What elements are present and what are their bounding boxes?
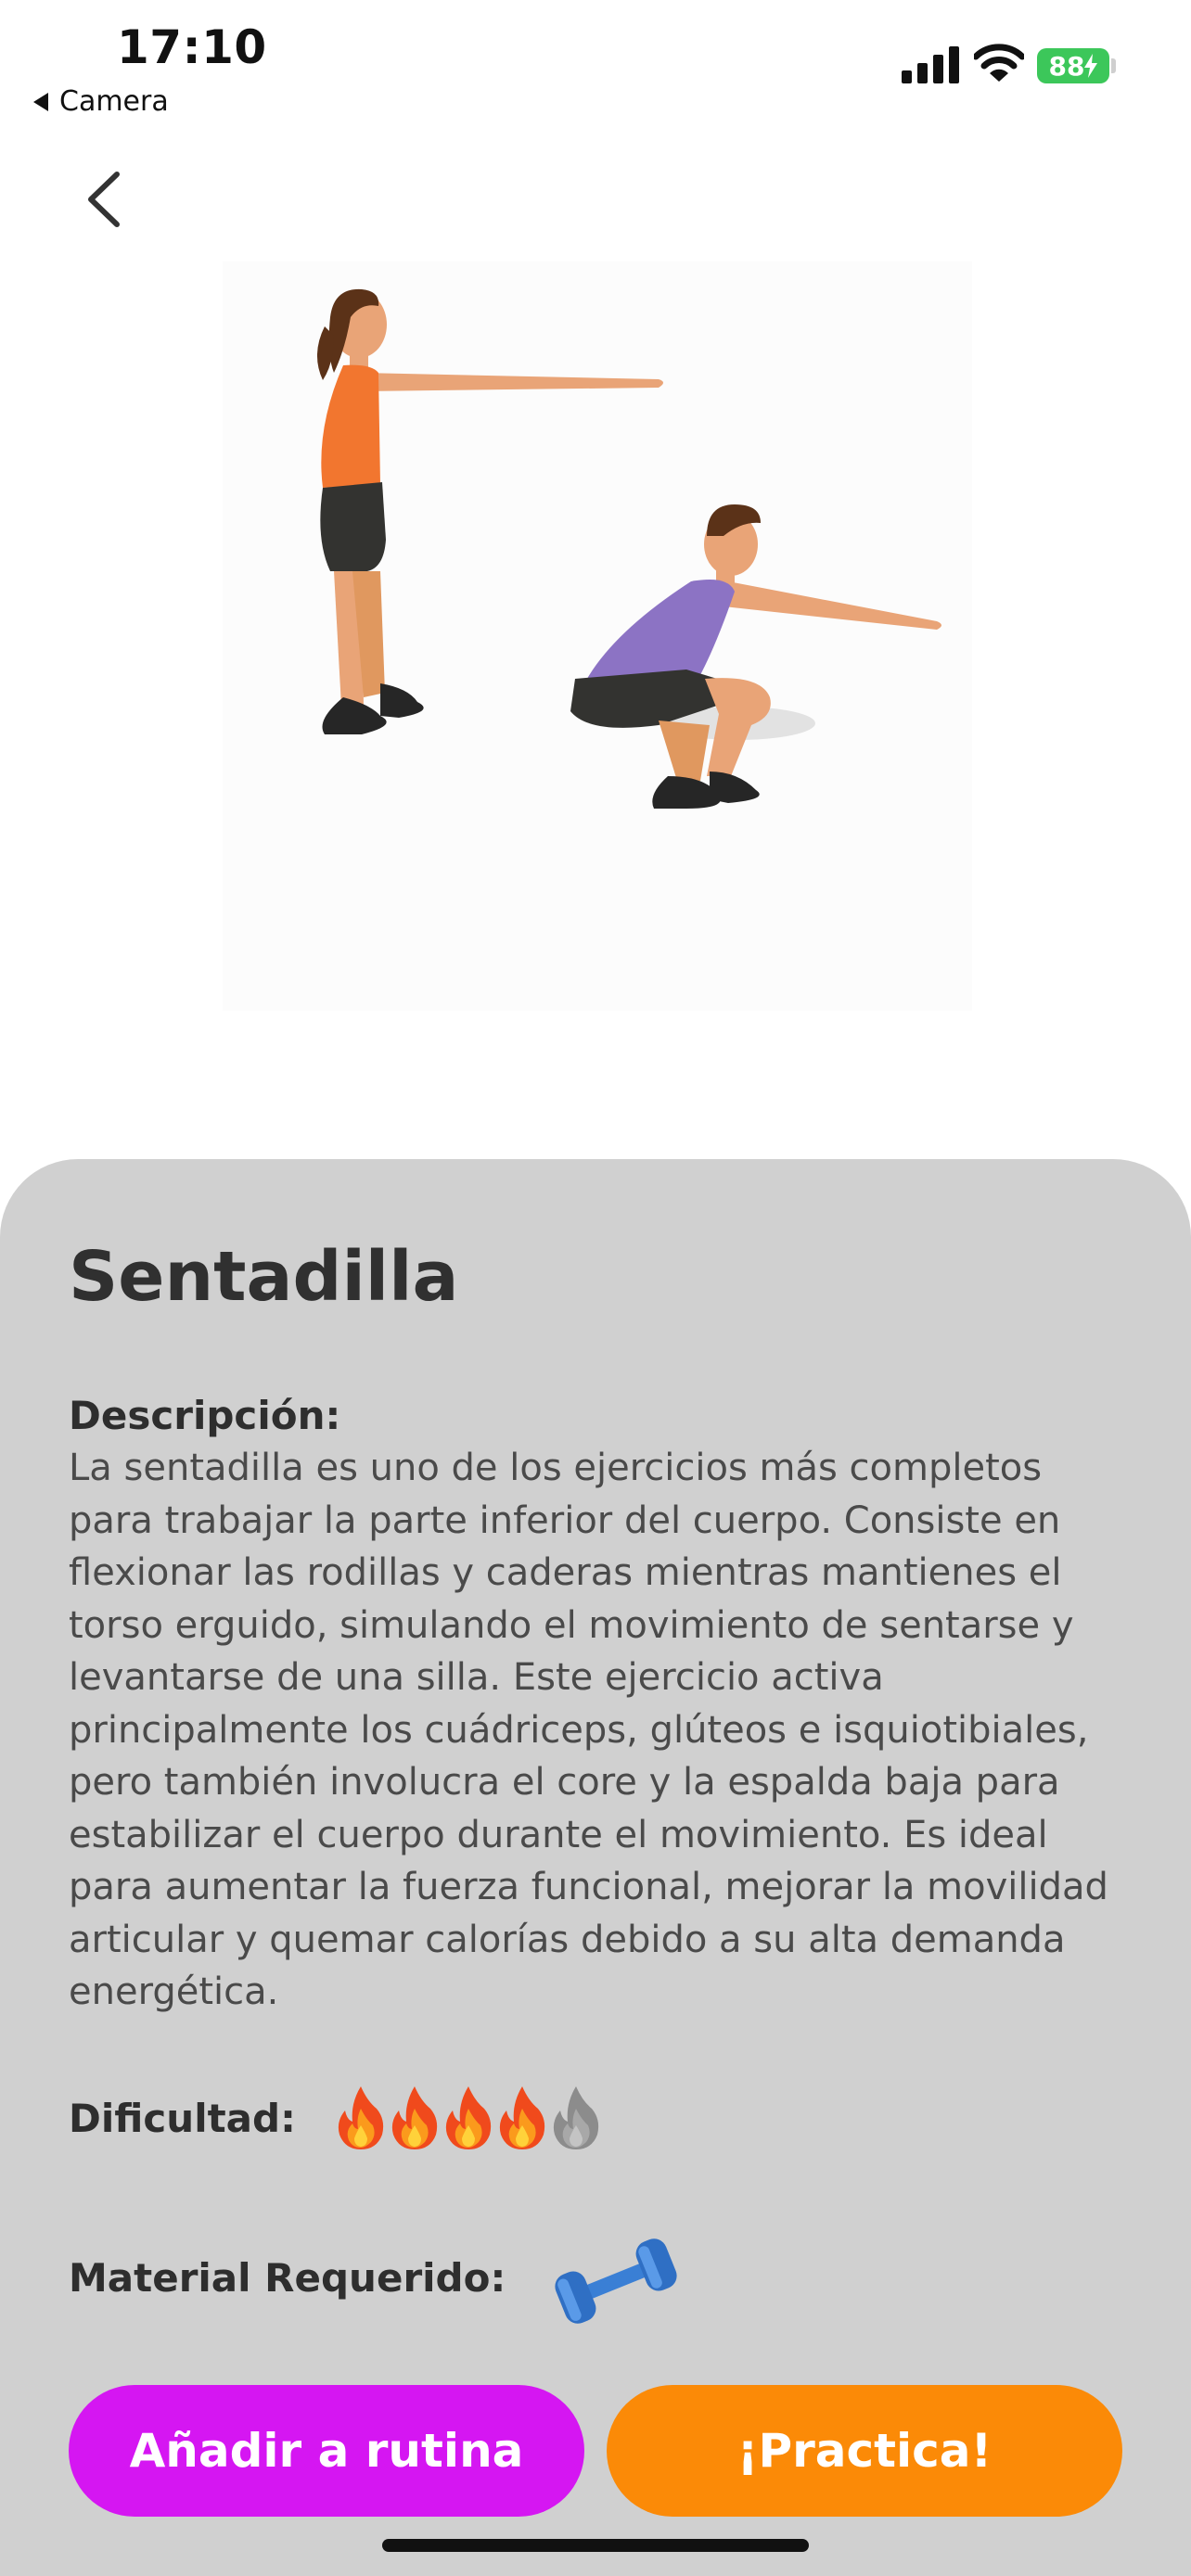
- flame-icon-active: [338, 2086, 384, 2149]
- status-bar: 17:10 Camera 88: [0, 0, 1191, 130]
- flame-icon-inactive: [553, 2086, 599, 2149]
- flame-icon-active: [391, 2086, 438, 2149]
- battery-level: 88: [1048, 50, 1085, 82]
- flame-icon-active: [499, 2086, 545, 2149]
- exercise-illustration: [223, 261, 972, 1011]
- add-to-routine-button[interactable]: Añadir a rutina: [69, 2385, 584, 2517]
- battery-indicator: 88: [1037, 48, 1109, 83]
- description-text: La sentadilla es uno de los ejercicios m…: [69, 1447, 1108, 2013]
- dumbbell-icon: [555, 2238, 677, 2324]
- back-triangle-icon: [33, 92, 48, 111]
- description-label: Descripción:: [69, 1393, 341, 1438]
- cellular-signal-icon: [902, 46, 959, 83]
- status-time: 17:10: [117, 20, 267, 74]
- flame-icon-active: [445, 2086, 492, 2149]
- difficulty-label: Dificultad:: [69, 2096, 296, 2141]
- practice-button[interactable]: ¡Practica!: [607, 2385, 1122, 2517]
- exercise-title: Sentadilla: [69, 1237, 459, 1317]
- difficulty-rating: [334, 2083, 603, 2153]
- back-to-app-link[interactable]: Camera: [33, 85, 169, 118]
- wifi-icon: [974, 44, 1024, 82]
- battery-nub: [1111, 58, 1116, 73]
- home-indicator[interactable]: [382, 2539, 809, 2552]
- back-chevron-icon[interactable]: [74, 167, 130, 232]
- material-label: Material Requerido:: [69, 2255, 506, 2301]
- charging-bolt-icon: [1084, 54, 1098, 78]
- back-app-label: Camera: [59, 85, 169, 118]
